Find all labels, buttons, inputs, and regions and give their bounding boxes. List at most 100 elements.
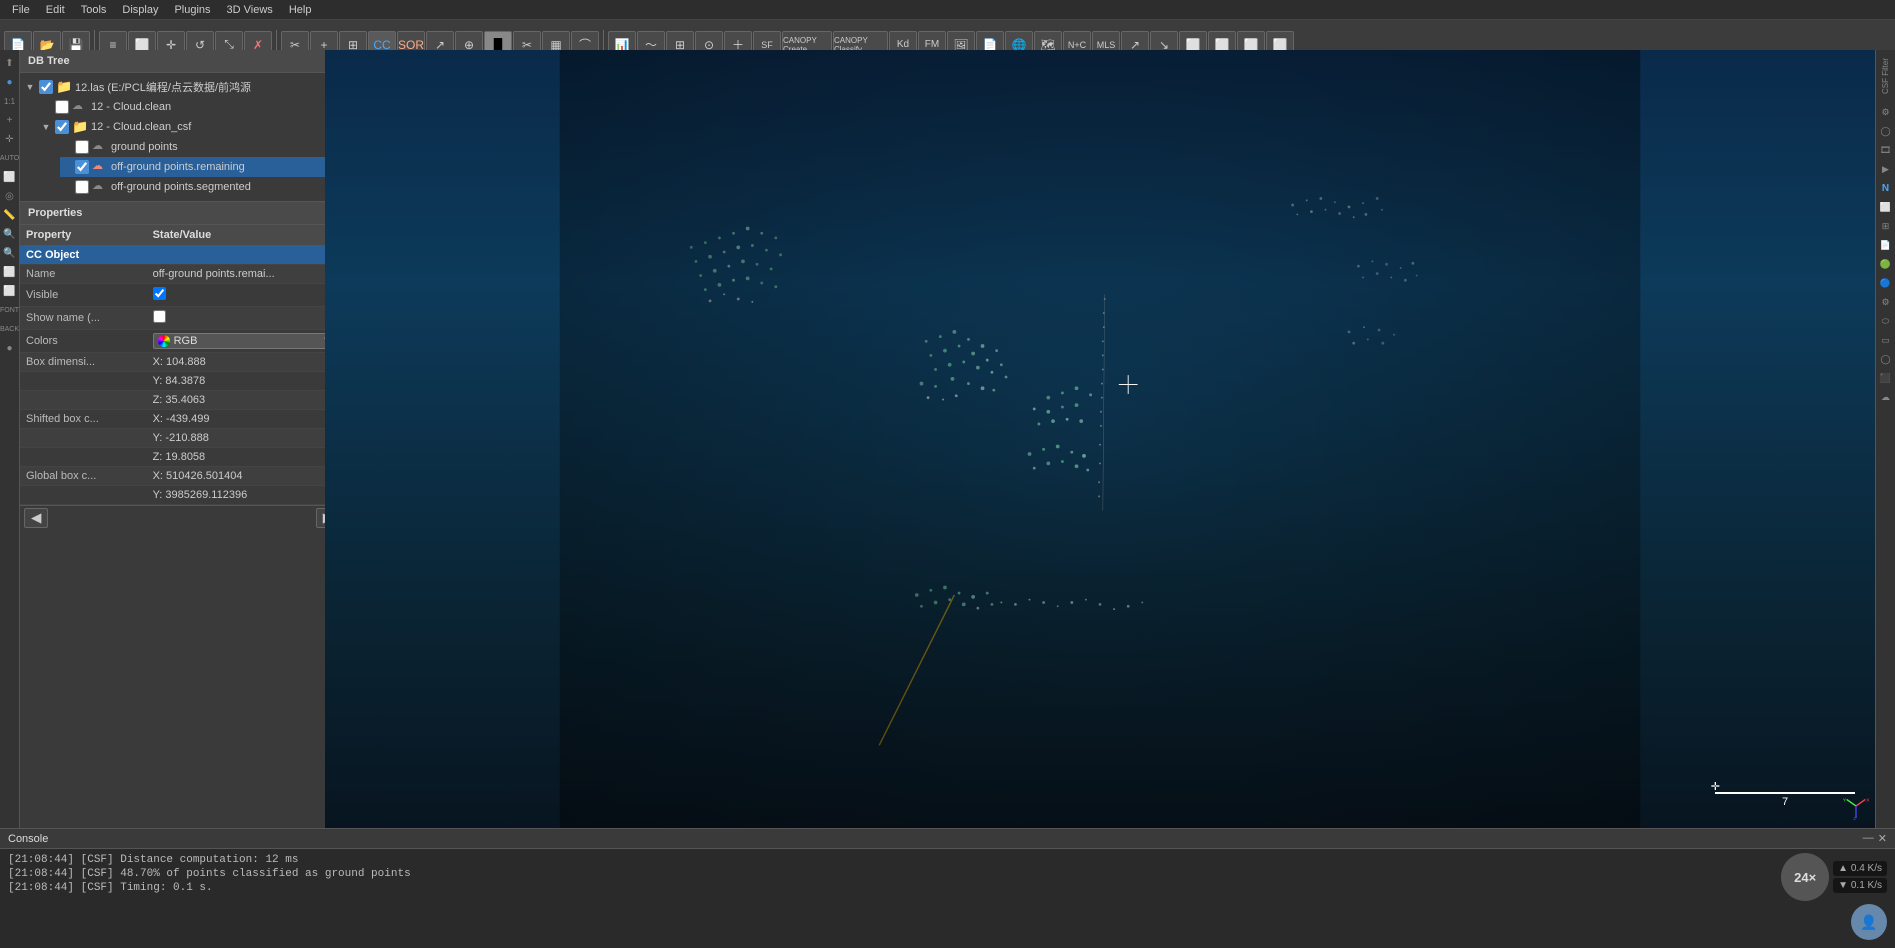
side-icon-extra4[interactable]: BACK (1, 320, 19, 338)
side-icon-extra3[interactable]: FONT (1, 301, 19, 319)
right-icon-play[interactable]: ▶ (1877, 160, 1895, 178)
side-icon-measure[interactable]: 📏 (1, 206, 19, 224)
table-row: Show name (... (20, 307, 344, 330)
menu-edit[interactable]: Edit (38, 2, 73, 18)
left-icon-panel: ⬆ ● 1:1 + ✛ AUTO ⬜ ◎ 📏 🔍 🔍 ⬜ ⬜ FONT BACK… (0, 50, 20, 948)
tree-item-cloud-csf[interactable]: ▼ 📁 12 - Cloud.clean_csf (40, 117, 340, 137)
prop-name-visible: Visible (20, 284, 147, 307)
right-icon-circle2[interactable]: ◯ (1877, 350, 1895, 368)
side-icon-auto[interactable]: AUTO (1, 149, 19, 167)
right-icon-n[interactable]: N (1877, 179, 1895, 197)
tree-toggle-ground[interactable] (60, 141, 72, 153)
right-icon-box[interactable]: ⬜ (1877, 198, 1895, 216)
tree-checkbox-ground[interactable] (75, 140, 89, 154)
console-close[interactable]: ✕ (1878, 832, 1887, 845)
fps-badge-2: ▼ 0.1 K/s (1833, 878, 1887, 893)
user-avatar[interactable]: 👤 (1851, 904, 1887, 940)
side-icon-extra1[interactable]: ⬜ (1, 263, 19, 281)
prop-name-colors: Colors (20, 330, 147, 353)
prop-name-shifted: Shifted box c... (20, 410, 147, 429)
right-icon-green[interactable]: 🟢 (1877, 255, 1895, 273)
tree-toggle-csf[interactable]: ▼ (40, 121, 52, 133)
showname-checkbox[interactable] (153, 310, 166, 323)
tree-checkbox-segmented[interactable] (75, 180, 89, 194)
db-tree-content: ▼ 📁 12.las (E:/PCL编程/点云数据/前鸿源 ☁ 12 - Clo… (20, 73, 344, 201)
side-icon-cursor[interactable]: + (1, 111, 19, 129)
side-icon-move[interactable]: ✛ (1, 130, 19, 148)
right-icon-cloud[interactable]: ☁ (1877, 388, 1895, 406)
menu-file[interactable]: File (4, 2, 38, 18)
tree-checkbox-root[interactable] (39, 80, 53, 94)
right-icon-gear2[interactable]: ⚙ (1877, 293, 1895, 311)
tree-label-remaining: off-ground points.remaining (111, 161, 245, 173)
tree-toggle-cloud-clean[interactable] (40, 101, 52, 113)
side-icon-extra5[interactable]: ● (1, 339, 19, 357)
side-icon-zoomin[interactable]: 🔍 (1, 225, 19, 243)
tree-toggle-segmented[interactable] (60, 181, 72, 193)
fps-value-1: 0.4 K/s (1851, 863, 1882, 874)
tree-toggle-remaining[interactable] (60, 161, 72, 173)
console-content[interactable]: [21:08:44] [CSF] Distance computation: 1… (0, 849, 1895, 948)
fps-value-2: 0.1 K/s (1851, 880, 1882, 891)
side-icon-extra2[interactable]: ⬜ (1, 282, 19, 300)
visible-checkbox[interactable] (153, 287, 166, 300)
right-icon-blue[interactable]: 🔵 (1877, 274, 1895, 292)
db-tree-section: DB Tree ✕ ▼ 📁 12.las (E:/PCL编程/点云数据/前鸿源 … (20, 50, 344, 202)
menu-help[interactable]: Help (281, 2, 320, 18)
prop-value-showname[interactable] (147, 307, 344, 330)
menu-3dviews[interactable]: 3D Views (219, 2, 281, 18)
colors-dropdown[interactable]: RGB ▼ (153, 333, 338, 349)
table-row: Y: 84.3878 (20, 372, 344, 391)
tree-toggle-root[interactable]: ▼ (24, 81, 36, 93)
tree-item-off-ground-segmented[interactable]: ☁ off-ground points.segmented (60, 177, 340, 197)
zoom-value: 24× (1794, 870, 1816, 885)
right-icon-oval[interactable]: ⬭ (1877, 312, 1895, 330)
menu-plugins[interactable]: Plugins (166, 2, 218, 18)
tree-item-cloud-clean[interactable]: ☁ 12 - Cloud.clean (40, 97, 340, 117)
prop-value-colors[interactable]: RGB ▼ (147, 330, 344, 353)
col-value: State/Value (147, 225, 344, 246)
prop-name-empty4 (20, 448, 147, 467)
menu-tools[interactable]: Tools (73, 2, 115, 18)
tree-checkbox-remaining[interactable] (75, 160, 89, 174)
prop-value-boxdim-z: Z: 35.4063 (147, 391, 344, 410)
tree-item-off-ground-remaining[interactable]: ☁ off-ground points.remaining (60, 157, 340, 177)
status-area: 24× ▲ 0.4 K/s ▼ 0.1 K/s 👤 (1781, 853, 1887, 940)
tree-label-ground: ground points (111, 141, 178, 153)
tree-checkbox-csf[interactable] (55, 120, 69, 134)
svg-text:X: X (1866, 797, 1870, 802)
right-icon-film[interactable]: 🎞 (1877, 141, 1895, 159)
side-icon-lasso[interactable]: ◎ (1, 187, 19, 205)
right-icon-settings[interactable]: ⚙ (1877, 103, 1895, 121)
side-icon-ratio[interactable]: 1:1 (1, 92, 19, 110)
prop-value-visible[interactable] (147, 284, 344, 307)
side-icon-select[interactable]: ⬜ (1, 168, 19, 186)
side-icon-zoomout[interactable]: 🔍 (1, 244, 19, 262)
scroll-left-button[interactable]: ◀ (24, 508, 48, 528)
prop-name-empty3 (20, 429, 147, 448)
console-minimize[interactable]: — (1863, 832, 1874, 845)
menubar: File Edit Tools Display Plugins 3D Views… (0, 0, 1895, 20)
tree-item-root[interactable]: ▼ 📁 12.las (E:/PCL编程/点云数据/前鸿源 (24, 77, 340, 97)
scale-bar: 7 (1715, 792, 1855, 808)
viewport[interactable]: 7 X Y Z ✛ (325, 50, 1875, 828)
color-ball-icon (158, 335, 170, 347)
side-icon-active[interactable]: ● (1, 73, 19, 91)
console-section: Console — ✕ [21:08:44] [CSF] Distance co… (0, 828, 1895, 948)
scale-line (1715, 792, 1855, 794)
prop-name-boxdim: Box dimensi... (20, 353, 147, 372)
properties-table: Property State/Value CC Object Name off-… (20, 225, 344, 505)
right-icon-rect[interactable]: ▭ (1877, 331, 1895, 349)
side-icon-pointer[interactable]: ⬆ (1, 54, 19, 72)
prop-value-shifted-x: X: -439.499 (147, 410, 344, 429)
tree-checkbox-cloud-clean[interactable] (55, 100, 69, 114)
fps-badge-1: ▲ 0.4 K/s (1833, 861, 1887, 876)
right-icon-doc[interactable]: 📄 (1877, 236, 1895, 254)
right-icon-square[interactable]: ⬛ (1877, 369, 1895, 387)
right-icon-grid[interactable]: ⊞ (1877, 217, 1895, 235)
tree-item-ground[interactable]: ☁ ground points (60, 137, 340, 157)
tree-label-cloud-clean: 12 - Cloud.clean (91, 101, 171, 113)
menu-display[interactable]: Display (114, 2, 166, 18)
right-icon-circle[interactable]: ◯ (1877, 122, 1895, 140)
prop-value-name[interactable]: off-ground points.remai... (147, 265, 344, 284)
